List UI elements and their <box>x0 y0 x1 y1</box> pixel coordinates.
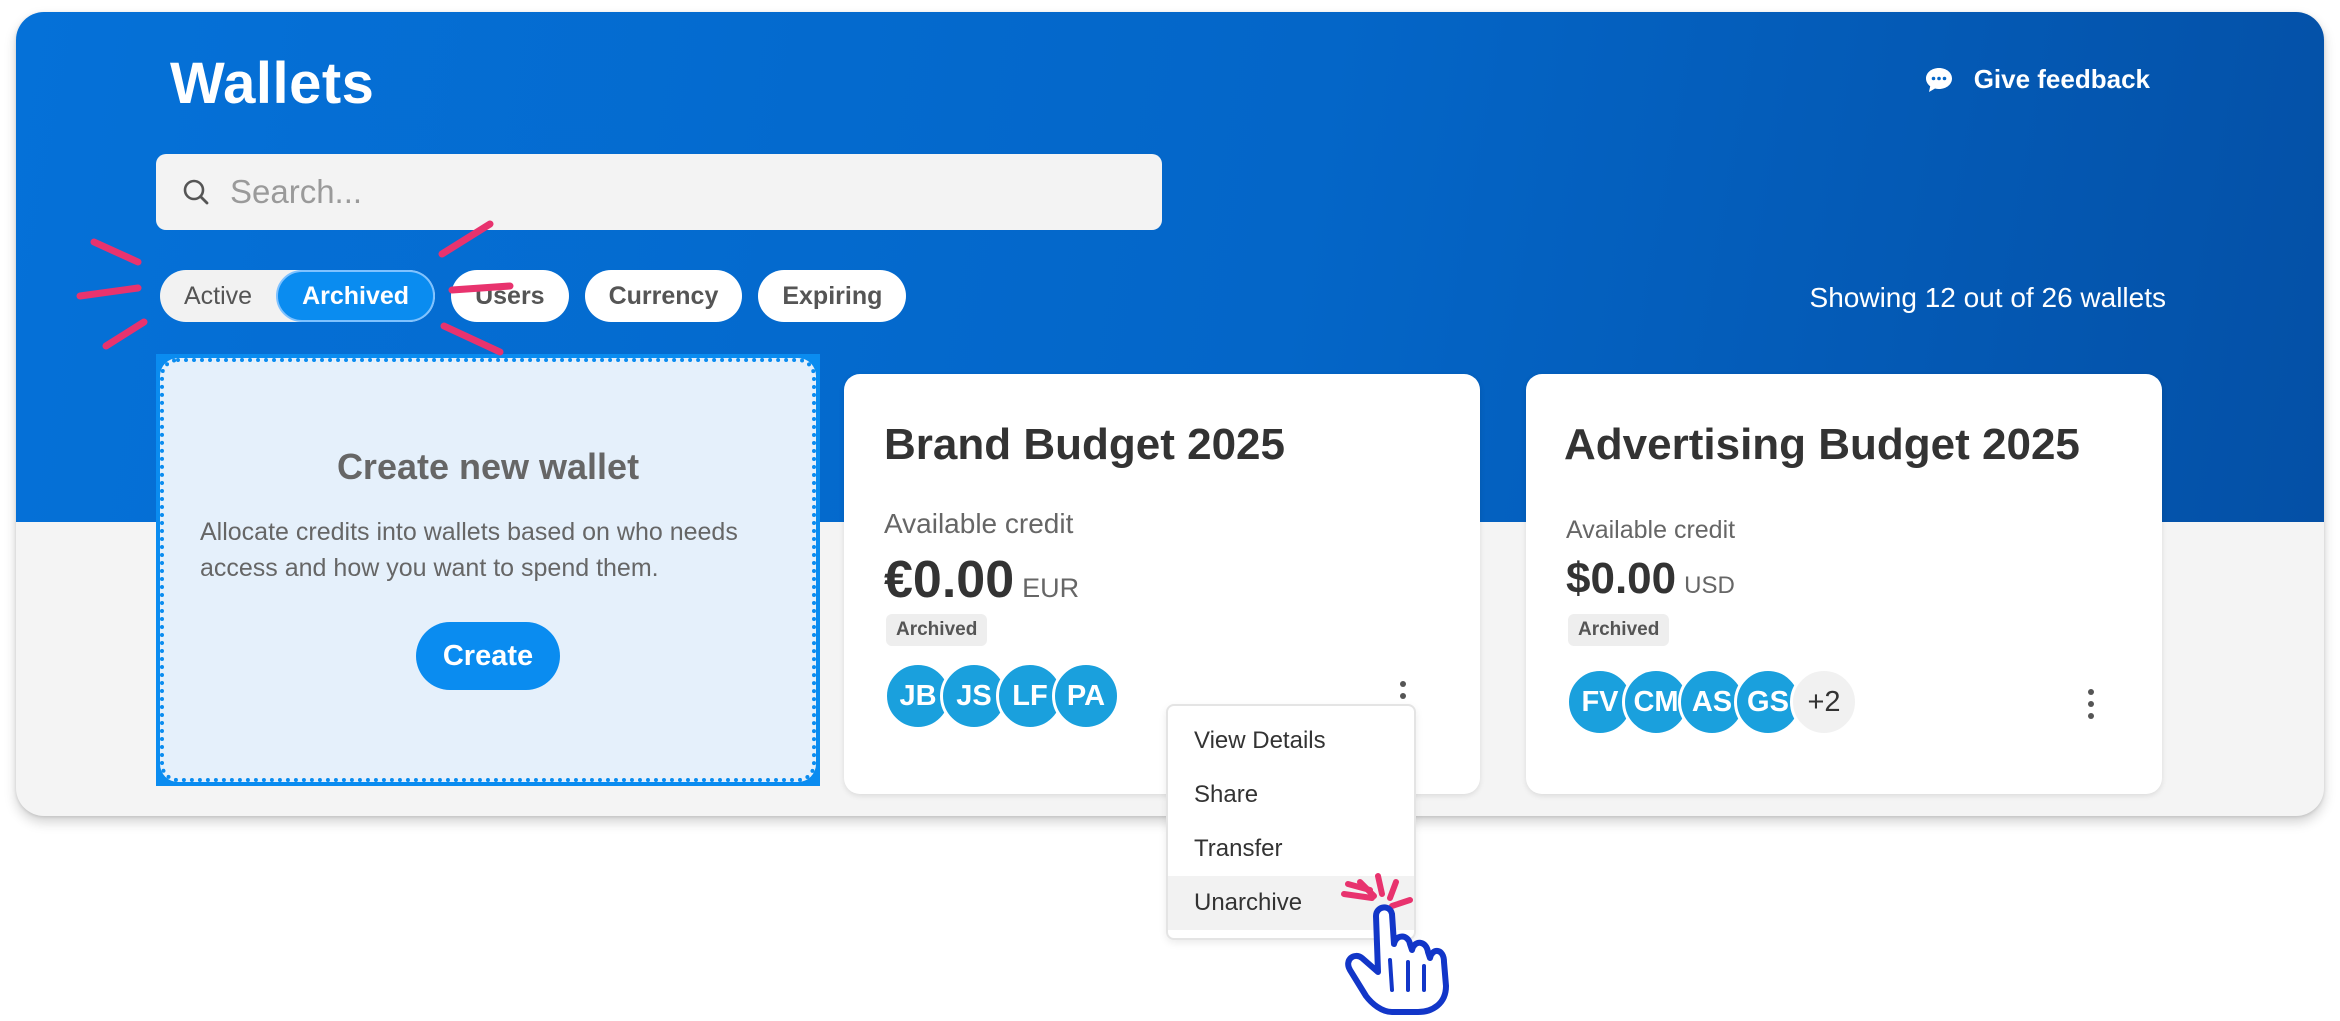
amount-value: €0.00 <box>884 551 1015 609</box>
give-feedback-button[interactable]: Give feedback <box>1924 64 2150 95</box>
create-wallet-card[interactable]: Create new wallet Allocate credits into … <box>156 354 820 786</box>
results-count: Showing 12 out of 26 wallets <box>1809 282 2166 313</box>
create-wallet-card-inner: Create new wallet Allocate credits into … <box>160 358 816 782</box>
menu-item-view-details[interactable]: View Details <box>1168 714 1414 768</box>
speech-bubble-icon <box>1925 67 1952 92</box>
wallets-window: Wallets Give feedback Active Archived Us… <box>16 12 2324 816</box>
status-badge: Archived <box>886 614 988 646</box>
toggle-active[interactable]: Active <box>160 270 276 322</box>
avatar-group: FV CM AS GS +2 <box>1566 668 1858 736</box>
status-toggle: Active Archived <box>160 270 436 322</box>
currency-code: EUR <box>1022 573 1080 603</box>
wallet-name: Brand Budget 2025 <box>884 420 1285 469</box>
avatar: PA <box>1052 662 1120 730</box>
credit-amount: €0.00 EUR <box>884 550 1079 610</box>
menu-item-unarchive[interactable]: Unarchive <box>1168 876 1414 930</box>
credit-label: Available credit <box>1566 516 1736 544</box>
avatar-group: JB JS LF PA <box>884 662 1120 730</box>
amount-value: $0.00 <box>1566 554 1677 603</box>
create-wallet-title: Create new wallet <box>336 446 640 487</box>
wallet-name: Advertising Budget 2025 <box>1564 420 2080 469</box>
filter-chip-users[interactable]: Users <box>451 270 569 322</box>
currency-code: USD <box>1684 572 1735 599</box>
credit-amount: $0.00 USD <box>1566 554 1735 604</box>
give-feedback-label: Give feedback <box>1973 64 2150 94</box>
filter-chip-currency[interactable]: Currency <box>584 270 743 322</box>
avatar-overflow-count[interactable]: +2 <box>1790 668 1858 736</box>
status-badge: Archived <box>1568 614 1670 646</box>
toggle-archived[interactable]: Archived <box>276 270 436 322</box>
search-input[interactable] <box>230 173 1162 211</box>
menu-item-share[interactable]: Share <box>1168 768 1414 822</box>
more-options-icon[interactable] <box>2076 682 2106 726</box>
create-wallet-description: Allocate credits into wallets based on w… <box>200 518 738 582</box>
wallet-card[interactable]: Advertising Budget 2025 Available credit… <box>1526 374 2162 794</box>
search-icon <box>183 179 209 205</box>
search-box[interactable] <box>156 154 1162 230</box>
filter-bar: Active Archived Users Currency Expiring <box>160 270 907 322</box>
filter-chip-expiring[interactable]: Expiring <box>758 270 907 322</box>
page-title: Wallets <box>170 51 375 116</box>
create-button[interactable]: Create <box>416 622 560 690</box>
menu-item-transfer[interactable]: Transfer <box>1168 822 1414 876</box>
credit-label: Available credit <box>884 508 1074 539</box>
context-menu: View Details Share Transfer Unarchive <box>1166 704 1416 940</box>
